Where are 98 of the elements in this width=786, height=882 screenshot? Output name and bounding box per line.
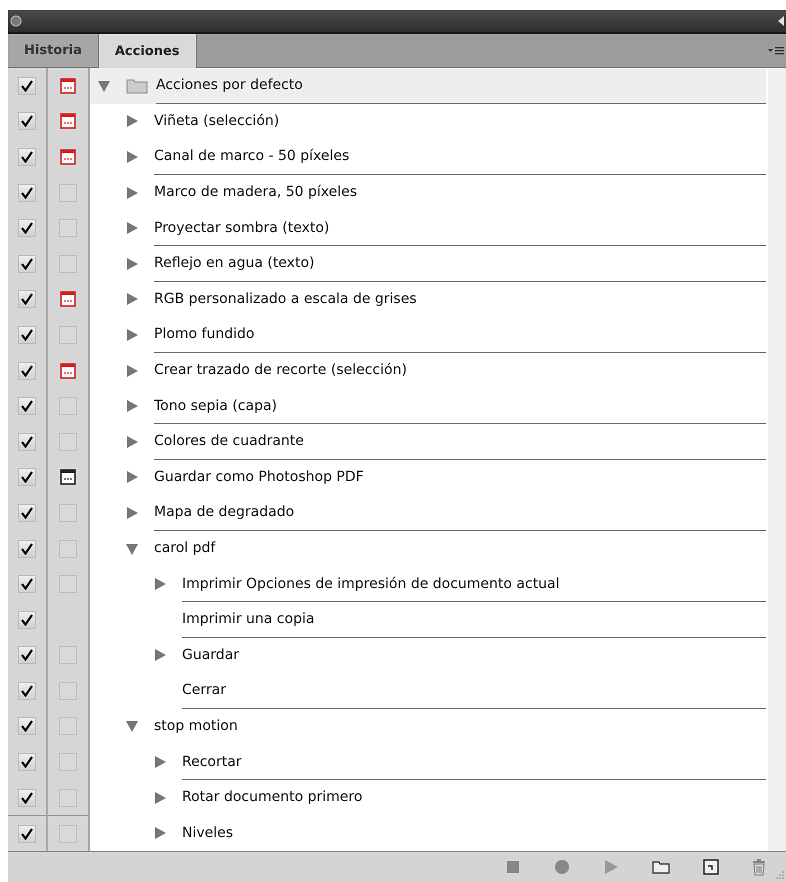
checkbox[interactable] — [18, 397, 36, 416]
checkbox[interactable] — [18, 717, 36, 736]
check-icon — [21, 578, 33, 590]
expand-triangle-icon[interactable] — [126, 436, 138, 448]
resize-grip-icon[interactable] — [776, 871, 784, 879]
checkbox[interactable] — [18, 753, 36, 772]
expand-triangle-icon[interactable] — [126, 506, 138, 519]
checkbox[interactable] — [18, 219, 36, 238]
checkbox[interactable] — [18, 76, 36, 95]
collapse-arrow-icon[interactable] — [778, 16, 784, 26]
dialog-toggle[interactable] — [59, 753, 77, 772]
checkbox[interactable] — [18, 682, 36, 700]
dialog-toggle-icon[interactable] — [60, 78, 76, 94]
checkbox[interactable] — [18, 504, 36, 522]
tab[interactable]: Acciones — [98, 34, 197, 68]
checkbox[interactable] — [18, 575, 36, 594]
expand-triangle-icon[interactable] — [126, 222, 138, 234]
record-icon[interactable] — [554, 859, 570, 876]
expand-triangle-icon[interactable] — [154, 649, 166, 662]
expand-triangle-icon[interactable] — [126, 328, 138, 341]
expand-triangle-icon[interactable] — [126, 186, 138, 199]
check-icon — [21, 720, 33, 732]
dialog-toggle[interactable] — [59, 397, 77, 416]
dialog-toggle[interactable] — [59, 184, 77, 202]
checkbox[interactable] — [18, 824, 36, 843]
dialog-toggle[interactable] — [59, 682, 77, 700]
expand-triangle-icon[interactable] — [126, 471, 138, 484]
dialog-toggle[interactable] — [59, 432, 77, 451]
checkbox[interactable] — [18, 646, 36, 664]
check-icon — [21, 222, 33, 234]
checkbox[interactable] — [18, 184, 36, 202]
dialog-toggle-icon[interactable] — [60, 113, 76, 130]
checkbox[interactable] — [18, 610, 36, 629]
check-icon — [21, 436, 33, 448]
expand-triangle-icon[interactable] — [154, 578, 166, 590]
expand-triangle-icon[interactable] — [126, 258, 138, 270]
dialog-toggle[interactable] — [59, 504, 77, 522]
checkbox[interactable] — [18, 540, 36, 558]
check-icon — [21, 614, 33, 626]
dialog-toggle[interactable] — [59, 254, 77, 273]
check-icon — [21, 542, 33, 555]
check-icon — [21, 258, 33, 270]
expand-triangle-icon[interactable] — [126, 364, 138, 377]
expand-triangle-icon[interactable] — [126, 400, 138, 412]
check-icon — [21, 364, 33, 377]
check-icon — [21, 293, 33, 306]
check-icon — [21, 828, 33, 840]
expand-triangle-icon[interactable] — [126, 293, 138, 306]
dialog-toggle[interactable] — [59, 326, 77, 344]
check-icon — [21, 506, 33, 519]
checkbox[interactable] — [18, 290, 36, 308]
dialog-toggle[interactable] — [59, 219, 77, 238]
dialog-toggle[interactable] — [59, 575, 77, 594]
checkbox[interactable] — [18, 148, 36, 166]
stop-icon[interactable] — [505, 859, 521, 876]
folder-icon — [126, 78, 148, 94]
collapse-triangle-icon[interactable] — [126, 720, 138, 732]
check-icon — [21, 115, 33, 128]
check-icon — [21, 649, 33, 662]
new-item-icon[interactable] — [703, 859, 719, 876]
check-icon — [21, 150, 33, 163]
check-icon — [21, 471, 33, 484]
expand-triangle-icon[interactable] — [154, 792, 166, 804]
folder-icon[interactable] — [652, 859, 670, 876]
expand-triangle-icon[interactable] — [126, 115, 138, 128]
close-icon[interactable] — [10, 15, 22, 27]
collapse-triangle-icon[interactable] — [98, 80, 110, 92]
check-icon — [21, 80, 33, 92]
expand-triangle-icon[interactable] — [126, 150, 138, 163]
dialog-toggle-icon[interactable] — [60, 148, 76, 165]
checkbox[interactable] — [18, 362, 36, 380]
dialog-toggle[interactable] — [59, 824, 77, 843]
check-icon — [21, 186, 33, 199]
checkbox[interactable] — [18, 788, 36, 807]
dialog-toggle[interactable] — [59, 646, 77, 664]
checkbox[interactable] — [18, 326, 36, 344]
dialog-toggle[interactable] — [59, 717, 77, 736]
trash-icon[interactable] — [752, 858, 766, 876]
dialog-toggle-icon[interactable] — [60, 362, 76, 379]
check-icon — [21, 328, 33, 341]
checkbox[interactable] — [18, 468, 36, 486]
dialog-toggle[interactable] — [59, 788, 77, 807]
dialog-toggle[interactable] — [59, 540, 77, 558]
collapse-triangle-icon[interactable] — [126, 542, 138, 555]
check-icon — [21, 756, 33, 768]
expand-triangle-icon[interactable] — [154, 827, 166, 840]
check-icon — [21, 684, 33, 697]
checkbox[interactable] — [18, 432, 36, 451]
tab[interactable]: Historia — [8, 34, 99, 67]
check-icon — [21, 400, 33, 412]
dialog-toggle-icon[interactable] — [60, 469, 76, 486]
dialog-toggle-icon[interactable] — [60, 291, 76, 308]
expand-triangle-icon[interactable] — [154, 756, 166, 768]
checkbox[interactable] — [18, 112, 36, 130]
checkbox[interactable] — [18, 254, 36, 273]
panel-menu-icon[interactable] — [768, 46, 784, 56]
check-icon — [21, 792, 33, 804]
step-name[interactable]: Niveles — [182, 815, 766, 852]
